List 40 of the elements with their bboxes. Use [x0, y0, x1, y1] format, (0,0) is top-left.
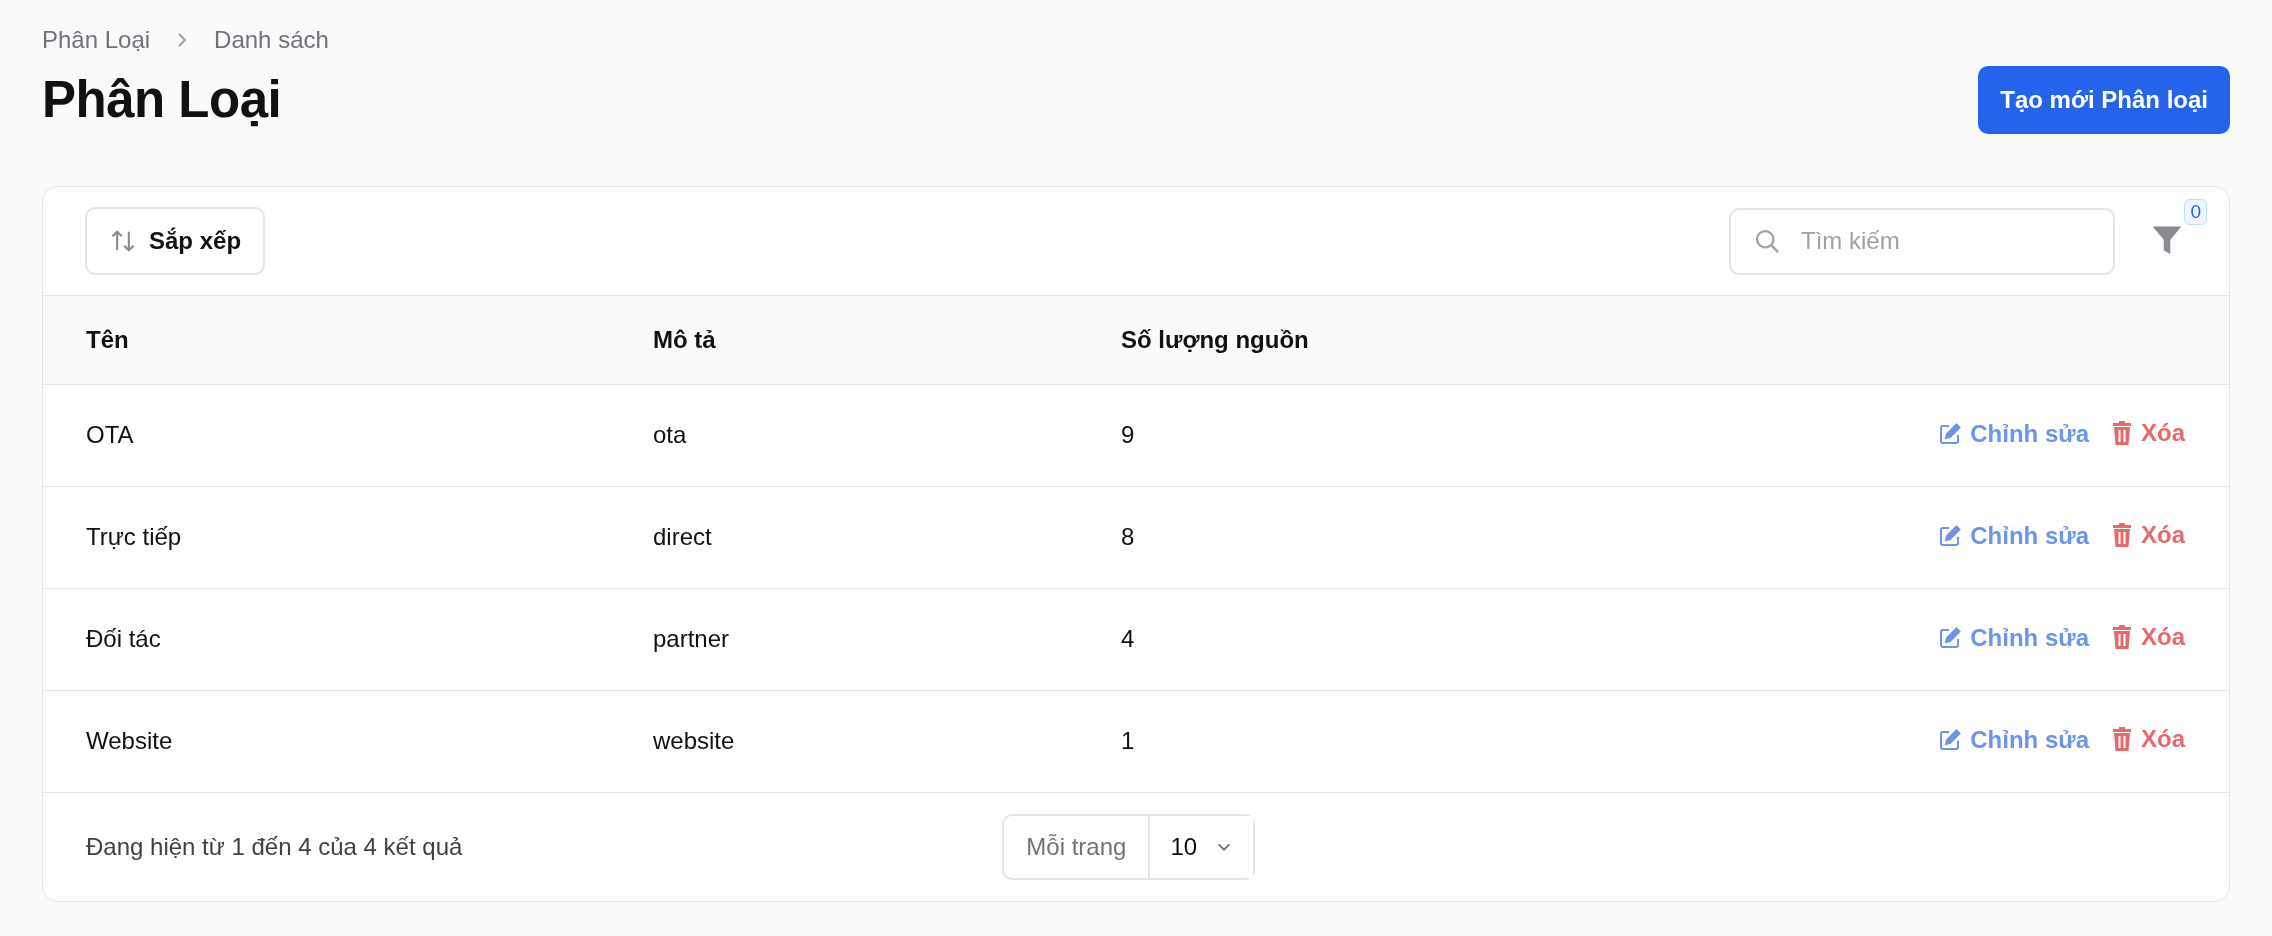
- edit-icon: [1938, 727, 1963, 752]
- delete-link[interactable]: Xóa: [2111, 720, 2185, 757]
- per-page-select[interactable]: Mỗi trang 10: [1002, 813, 1256, 880]
- delete-link[interactable]: Xóa: [2111, 414, 2185, 451]
- table-cell: OTA: [43, 384, 652, 486]
- edit-icon: [1938, 523, 1963, 548]
- column-header: Số lượng nguồn: [1120, 296, 1557, 384]
- trash-icon: [2111, 623, 2133, 650]
- edit-link[interactable]: Chỉnh sửa: [1938, 721, 2089, 758]
- edit-link[interactable]: Chỉnh sửa: [1938, 619, 2089, 656]
- table-cell: Đối tác: [43, 588, 652, 690]
- table-cell: 4: [1120, 588, 1557, 690]
- results-summary: Đang hiện từ 1 đến 4 của 4 kết quả: [86, 831, 463, 862]
- page-title: Phân Loại: [42, 70, 282, 131]
- table-cell: ota: [652, 384, 1120, 486]
- delete-link[interactable]: Xóa: [2111, 516, 2185, 553]
- table-cell: 1: [1120, 690, 1557, 792]
- breadcrumb-link[interactable]: Danh sách: [214, 22, 329, 58]
- table-cell: partner: [652, 588, 1120, 690]
- edit-link[interactable]: Chỉnh sửa: [1938, 517, 2089, 554]
- table-cell: Website: [43, 690, 652, 792]
- edit-icon: [1938, 625, 1963, 650]
- edit-icon: [1938, 421, 1963, 446]
- filter-count-badge: 0: [2184, 199, 2207, 225]
- trash-icon: [2111, 725, 2133, 752]
- table-cell: 9: [1120, 384, 1557, 486]
- edit-link[interactable]: Chỉnh sửa: [1938, 415, 2089, 452]
- search-field[interactable]: Tìm kiếm: [1729, 207, 2115, 275]
- trash-icon: [2111, 521, 2133, 548]
- table-cell: website: [652, 690, 1120, 792]
- delete-link[interactable]: Xóa: [2111, 618, 2185, 655]
- table-cell: direct: [652, 486, 1120, 588]
- table-cell: 8: [1120, 486, 1557, 588]
- breadcrumb-link[interactable]: Phân Loại: [42, 22, 151, 58]
- sort-button[interactable]: Sắp xếp: [85, 207, 266, 275]
- table-cell: Trực tiếp: [43, 486, 652, 588]
- column-header: Tên: [43, 296, 652, 384]
- create-button[interactable]: Tạo mới Phân loại: [1978, 66, 2230, 134]
- trash-icon: [2111, 419, 2133, 446]
- column-header: Mô tả: [652, 296, 1120, 384]
